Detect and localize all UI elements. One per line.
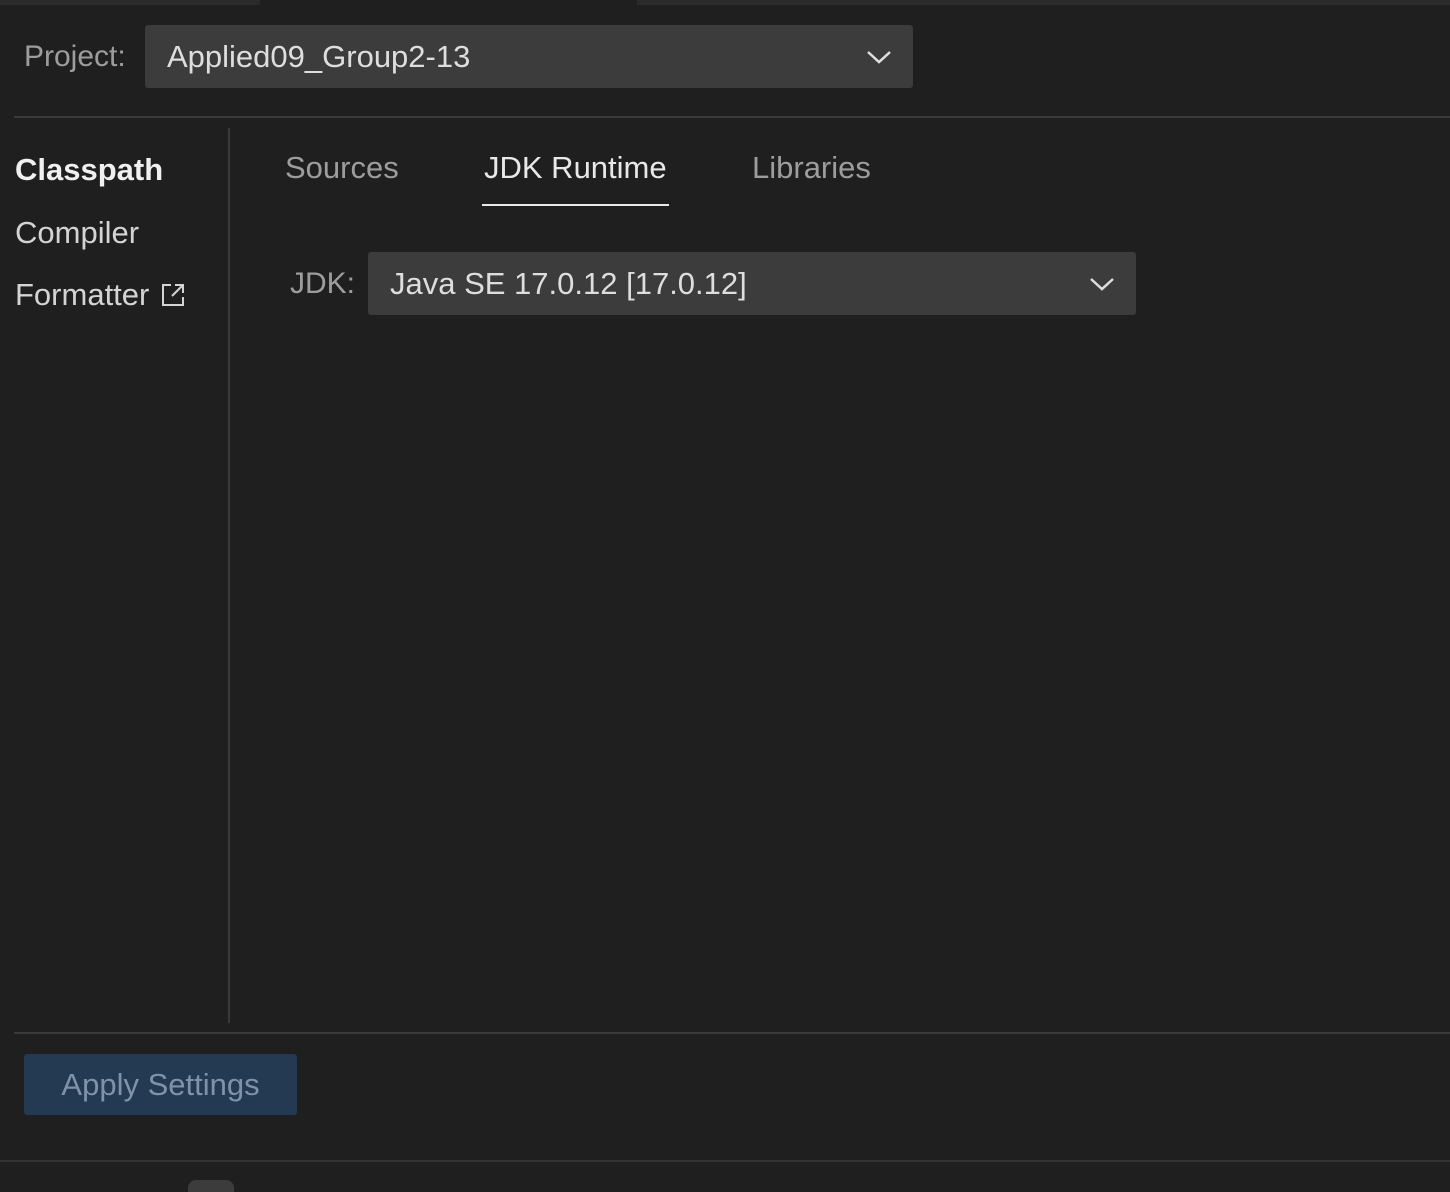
panel-bottom-border [0,1160,1450,1162]
sidebar-divider [228,128,230,1023]
header-divider [14,116,1450,118]
apply-settings-label: Apply Settings [61,1066,260,1102]
project-dropdown-value: Applied09_Group2-13 [167,38,471,74]
external-link-icon [162,284,185,306]
sidebar-item-label: Formatter [15,277,150,312]
scroll-handle[interactable] [188,1180,234,1192]
apply-settings-button[interactable]: Apply Settings [24,1054,297,1115]
jdk-label: JDK: [290,266,356,300]
tab-libraries[interactable]: Libraries [752,150,871,206]
chevron-down-icon [867,50,891,64]
project-dropdown[interactable]: Applied09_Group2-13 [145,25,913,88]
tab-label: Libraries [752,150,871,185]
top-tab-strip-right [637,0,1450,5]
chevron-down-icon [1090,277,1114,291]
sidebar-item-label: Compiler [15,215,140,250]
sidebar-item-compiler[interactable]: Compiler [15,215,139,251]
jdk-dropdown[interactable]: Java SE 17.0.12 [17.0.12] [368,252,1136,315]
top-tab-strip-left [0,0,260,5]
tab-label: Sources [285,150,399,185]
jdk-dropdown-value: Java SE 17.0.12 [17.0.12] [390,265,747,301]
tab-jdk-runtime[interactable]: JDK Runtime [482,150,669,206]
tab-label: JDK Runtime [484,150,667,185]
tab-sources[interactable]: Sources [285,150,399,206]
footer-divider [14,1032,1450,1034]
sidebar-item-classpath[interactable]: Classpath [15,152,163,188]
project-label: Project: [24,39,126,73]
sidebar-item-label: Classpath [15,152,164,187]
sidebar-item-formatter[interactable]: Formatter [15,277,187,313]
project-selector-row: Project: [24,25,136,88]
